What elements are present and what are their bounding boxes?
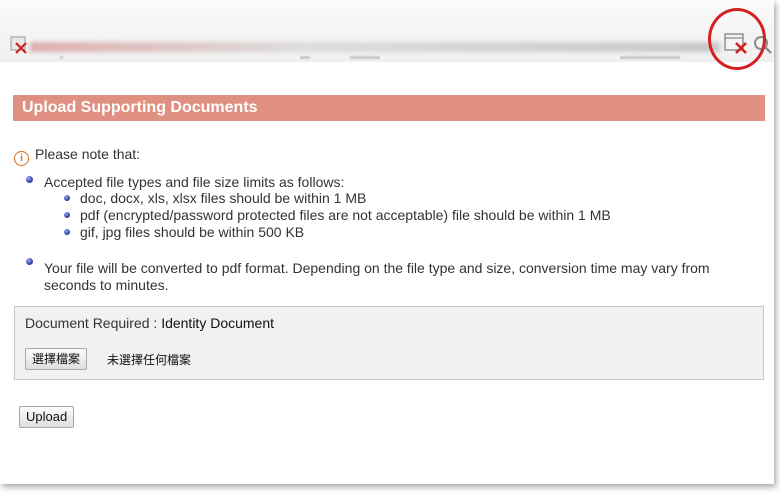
blur-mark — [620, 56, 680, 59]
sub-list-text: doc, docx, xls, xlsx files should be wit… — [80, 190, 367, 206]
document-required-label: Document Required : Identity Document — [25, 315, 274, 331]
sub-list-item: doc, docx, xls, xlsx files should be wit… — [64, 190, 367, 206]
blur-mark — [60, 56, 63, 59]
title-bar — [0, 0, 774, 62]
note-row: i Please note that: — [14, 146, 140, 166]
bullet-icon — [26, 176, 33, 183]
dialog-window: Upload Supporting Documents i Please note… — [0, 0, 774, 484]
info-icon: i — [14, 151, 29, 166]
blur-mark — [300, 56, 310, 59]
bullet-icon — [64, 229, 70, 235]
no-file-selected-text: 未選擇任何檔案 — [107, 353, 192, 367]
highlight-circle — [708, 8, 766, 70]
document-label-text: Document Required : — [25, 315, 162, 331]
dialog-title: Upload Supporting Documents — [13, 95, 765, 121]
sub-list-text: gif, jpg files should be within 500 KB — [80, 224, 305, 240]
title-bar-blur — [30, 42, 720, 52]
note-text: Please note that: — [35, 146, 141, 162]
close-icon[interactable] — [10, 36, 28, 54]
bullet-icon — [64, 212, 70, 218]
bullet-icon — [64, 195, 70, 201]
blur-mark — [350, 56, 380, 59]
document-type-value: Identity Document — [161, 315, 275, 331]
list-item: Your file will be converted to pdf forma… — [44, 260, 710, 293]
document-upload-box: Document Required : Identity Document 選擇… — [14, 306, 764, 380]
upload-button[interactable]: Upload — [19, 406, 75, 428]
sub-list-item: gif, jpg files should be within 500 KB — [64, 224, 305, 240]
sub-list-text: pdf (encrypted/password protected files … — [80, 207, 611, 223]
sub-list-item: pdf (encrypted/password protected files … — [64, 207, 611, 223]
bullet-icon — [26, 258, 33, 265]
choose-file-button[interactable]: 選擇檔案 — [25, 348, 88, 370]
list-item: Accepted file types and file size limits… — [44, 174, 345, 190]
